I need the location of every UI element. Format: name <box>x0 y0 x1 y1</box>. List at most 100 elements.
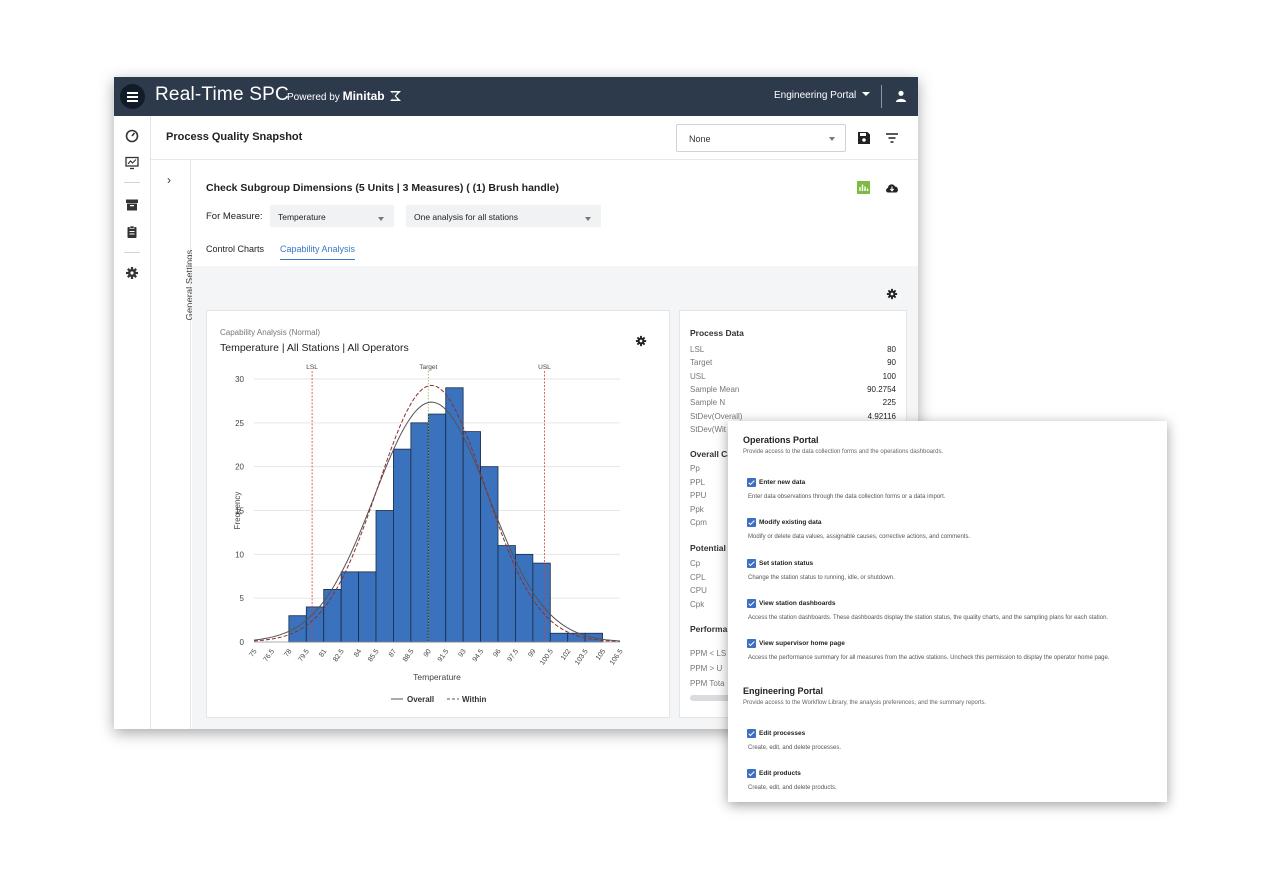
capability-stat-label: PPM < LS <box>690 649 727 658</box>
x-tick-label: 99 <box>527 648 537 658</box>
page-title: Process Quality Snapshot <box>166 131 303 143</box>
permission-desc: Access the station dashboards. These das… <box>748 614 1109 621</box>
x-tick-label: 94.5 <box>472 648 486 663</box>
histogram-bar <box>515 553 534 643</box>
rail-divider <box>124 252 140 253</box>
capability-stat-label: Pp <box>690 464 700 473</box>
permission-checkbox[interactable] <box>747 729 756 738</box>
permission-label[interactable]: Edit products <box>759 770 801 777</box>
histogram-bar <box>445 387 464 643</box>
capability-stat-label: PPU <box>690 491 707 500</box>
tab-capability-analysis[interactable]: Capability Analysis <box>280 244 356 260</box>
performance-title: Performa <box>690 624 728 634</box>
process-data-label: LSL <box>690 345 705 354</box>
engineering-portal-title: Engineering Portal <box>743 686 824 696</box>
process-data-title: Process Data <box>690 328 744 338</box>
general-settings-panel[interactable]: › General Settings <box>151 160 196 729</box>
histogram-bar <box>340 571 359 643</box>
gear-icon[interactable] <box>125 266 139 280</box>
chart-title: Temperature | All Stations | All Operato… <box>220 342 409 354</box>
top-bar: Real-Time SPC Powered by Minitab Enginee… <box>114 77 918 116</box>
process-data-label: StDev(Overall) <box>690 411 743 421</box>
chart-subtitle: Capability Analysis (Normal) <box>220 328 321 337</box>
chevron-right-icon[interactable]: › <box>167 173 171 187</box>
permission-checkbox[interactable] <box>747 518 756 528</box>
cloud-download-icon[interactable] <box>885 182 899 193</box>
x-tick-label: 78 <box>283 648 293 658</box>
operations-portal-title: Operations Portal <box>743 435 819 445</box>
permission-checkbox[interactable] <box>747 598 756 608</box>
histogram-bar <box>358 571 377 643</box>
analysis-mode-select[interactable]: One analysis for all stations <box>406 205 601 227</box>
gear-icon[interactable] <box>886 288 898 300</box>
y-tick-label: 10 <box>235 550 244 559</box>
user-icon[interactable] <box>895 90 907 102</box>
x-tick-label: 82.5 <box>332 648 346 663</box>
permission-label[interactable]: Edit processes <box>759 730 805 737</box>
capability-stat-label: CPU <box>690 586 707 595</box>
histogram-bar <box>549 632 569 643</box>
permission-label[interactable]: Enter new data <box>759 479 805 486</box>
x-tick-label: 91.5 <box>437 648 451 663</box>
caret-down-icon <box>862 92 871 96</box>
caret-down-icon <box>829 137 835 141</box>
permission-checkbox[interactable] <box>747 558 756 568</box>
monitor-chart-icon[interactable] <box>125 156 139 170</box>
capability-stat-label: CPL <box>690 572 706 582</box>
measure-select-value: Temperature <box>278 212 326 222</box>
y-axis-label: Frequency <box>233 492 242 530</box>
x-tick-label: 76.5 <box>263 648 277 663</box>
capability-stat-label: Cp <box>690 559 701 568</box>
capability-chart-card: Capability Analysis (Normal) Temperature… <box>206 310 670 718</box>
process-data-value: 4.92116 <box>867 411 896 421</box>
permission-checkbox[interactable] <box>747 478 756 487</box>
x-tick-label: 88.5 <box>402 648 416 663</box>
x-tick-label: 100.5 <box>539 648 555 666</box>
potential-capability-title: Potential <box>690 543 726 553</box>
x-axis-label: Temperature <box>413 672 461 682</box>
reference-line-label: USL <box>538 364 551 371</box>
permission-desc: Access the performance summary for all m… <box>748 655 1110 662</box>
clipboard-icon[interactable] <box>125 225 139 239</box>
permission-checkbox[interactable] <box>747 769 756 778</box>
bar-chart-icon[interactable] <box>857 181 870 194</box>
analysis-title: Check Subgroup Dimensions (5 Units | 3 M… <box>206 182 559 194</box>
tab-control-charts[interactable]: Control Charts <box>206 244 264 254</box>
permission-label[interactable]: Modify existing data <box>759 519 821 526</box>
filter-icon[interactable] <box>886 133 898 143</box>
capability-stat-label: PPM > U <box>690 664 723 673</box>
capability-stat-label: Ppk <box>690 504 704 514</box>
analysis-header: Check Subgroup Dimensions (5 Units | 3 M… <box>192 160 918 266</box>
measure-select[interactable]: Temperature <box>270 205 394 227</box>
reference-line-label: LSL <box>306 364 318 371</box>
permission-desc: Create, edit, and delete processes. <box>748 745 842 751</box>
process-data-row: USL 100 <box>690 372 896 381</box>
x-tick-label: 93 <box>458 648 468 658</box>
permission-desc: Modify or delete data values, assignable… <box>748 534 971 541</box>
permission-label[interactable]: View station dashboards <box>759 600 835 607</box>
for-measure-label: For Measure: <box>206 211 263 222</box>
archive-icon[interactable] <box>125 198 139 212</box>
hamburger-menu-button[interactable] <box>120 84 145 109</box>
permission-label[interactable]: View supervisor home page <box>759 640 845 647</box>
permission-checkbox[interactable] <box>747 639 756 649</box>
legend-label-overall: Overall <box>407 695 434 704</box>
x-tick-label: 106.5 <box>609 648 625 666</box>
app-title: Real-Time SPC <box>155 84 289 105</box>
process-data-label: USL <box>690 371 706 381</box>
portal-switcher[interactable]: Engineering Portal <box>774 90 871 101</box>
speedometer-icon[interactable] <box>125 129 139 143</box>
save-icon[interactable] <box>858 132 870 144</box>
view-select[interactable]: None <box>676 124 846 152</box>
permission-label[interactable]: Set station status <box>759 560 813 567</box>
histogram-bar <box>480 466 499 643</box>
x-tick-label: 90 <box>423 648 433 658</box>
capability-stat-label: Cpk <box>690 599 705 609</box>
histogram-bar <box>410 422 429 643</box>
x-tick-label: 85.5 <box>367 648 381 663</box>
histogram-bar <box>375 510 394 643</box>
process-data-label: Sample N <box>690 398 726 408</box>
engineering-portal-desc: Provide access to the Workflow Library, … <box>743 700 987 706</box>
process-data-row: Sample Mean 90.2754 <box>690 385 896 394</box>
gear-icon[interactable] <box>635 335 647 347</box>
